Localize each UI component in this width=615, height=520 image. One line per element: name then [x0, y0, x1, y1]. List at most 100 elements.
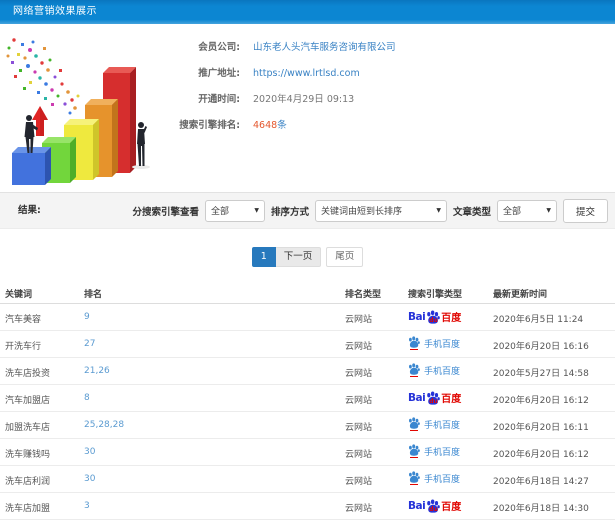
app-header: 网络营销效果展示	[0, 0, 615, 24]
mobile-baidu-label: 手机百度	[424, 447, 461, 458]
pagination-last-button[interactable]: 尾页	[326, 247, 364, 267]
info-row-url: 推广地址: https://www.lrtlsd.com	[150, 65, 360, 79]
promo-url-label: 推广地址:	[198, 68, 240, 79]
keyword-cell: 洗车店利润	[5, 477, 51, 487]
rank-link[interactable]: 9	[84, 312, 90, 322]
baidu-logo-du: du	[429, 397, 438, 405]
baidu-logo-bai: Bai	[408, 310, 426, 323]
keyword-cell: 汽车加盟店	[5, 396, 51, 406]
promo-url-link[interactable]: https://www.lrtlsd.com	[253, 68, 360, 79]
engine-cell: 手机百度	[408, 363, 460, 378]
rank-link[interactable]: 8	[84, 393, 90, 403]
updated-cell: 2020年5月27日 14:58	[493, 369, 589, 379]
baidu-logo-cn: 百度	[441, 394, 462, 405]
table-row: 汽车美容 9 云网站 Bai du 百度 2020年6月5日 11:24	[0, 304, 615, 331]
info-row-rank-count: 搜索引擎排名: 4648条	[150, 117, 287, 131]
table-header-row: 关键词 排名 排名类型 搜索引擎类型 最新更新时间	[0, 282, 615, 304]
rank-link[interactable]: 25,28,28	[84, 420, 124, 430]
baidu-paw-icon	[409, 417, 420, 429]
engine-filter-select[interactable]: 全部 ▼	[204, 199, 265, 222]
baidu-logo: Bai du 百度	[408, 309, 461, 324]
baidu-paw-icon: du	[426, 309, 440, 324]
keyword-cell: 开洗车行	[5, 342, 42, 352]
mobile-baidu-underline	[410, 483, 418, 485]
results-table: 关键词 排名 排名类型 搜索引擎类型 最新更新时间 汽车美容 9 云网站 Bai du 百…	[0, 282, 615, 520]
rank-type-cell: 云网站	[345, 504, 373, 514]
mobile-baidu-label: 手机百度	[424, 420, 461, 431]
rank-type-cell: 云网站	[345, 423, 373, 433]
keyword-cell: 汽车美容	[5, 315, 42, 325]
page: 网络营销效果展示 会员公司: 山东老人头汽车服务咨询有限公司 推广地址: htt…	[0, 0, 615, 520]
article-type-value: 全部	[502, 207, 521, 217]
sort-label: 排序方式	[270, 206, 309, 218]
rank-type-cell: 云网站	[345, 396, 373, 406]
mobile-baidu-paw-icon	[408, 363, 420, 377]
filter-controls: 分搜索引擎查看 全部 ▼ 排序方式 关键词由短到长排序 ▼ 文章类型 全部 ▼ …	[132, 198, 608, 223]
table-row: 加盟洗车店 25,28,28 云网站 手机百度 2020年6月20日 16:11	[0, 412, 615, 439]
rank-count-value: 4648	[253, 120, 278, 131]
baidu-logo: Bai du 百度	[408, 390, 461, 405]
baidu-logo-bai: Bai	[408, 499, 426, 512]
engine-cell: Bai du 百度	[408, 309, 461, 324]
page-title: 网络营销效果展示	[13, 6, 97, 17]
updated-cell: 2020年6月5日 11:24	[493, 315, 584, 325]
filter-bar: 结果: 分搜索引擎查看 全部 ▼ 排序方式 关键词由短到长排序 ▼ 文章类型 全…	[0, 192, 615, 229]
pagination-next-button[interactable]: 下一页	[275, 247, 322, 267]
table-row: 开洗车行 27 云网站 手机百度 2020年6月20日 16:16	[0, 331, 615, 358]
rank-link[interactable]: 27	[84, 339, 95, 349]
mobile-baidu-label: 手机百度	[424, 366, 461, 377]
mobile-baidu-badge: 手机百度	[408, 444, 460, 458]
engine-cell: 手机百度	[408, 417, 460, 432]
submit-button[interactable]: 提交	[562, 198, 608, 223]
col-updated: 最新更新时间	[493, 290, 548, 300]
baidu-logo: Bai du 百度	[408, 498, 461, 513]
mobile-baidu-badge: 手机百度	[408, 417, 460, 431]
baidu-logo-du: du	[429, 316, 438, 324]
chevron-down-icon: ▼	[546, 207, 551, 214]
mobile-baidu-underline	[410, 456, 418, 458]
updated-cell: 2020年6月20日 16:12	[493, 450, 589, 460]
keyword-cell: 洗车赚钱吗	[5, 450, 51, 460]
mobile-baidu-badge: 手机百度	[408, 336, 460, 350]
baidu-logo-cn: 百度	[441, 313, 462, 324]
rank-count-unit: 条	[277, 120, 287, 131]
engine-cell: 手机百度	[408, 336, 460, 351]
confetti-dots	[6, 38, 80, 115]
rank-link[interactable]: 21,26	[84, 366, 110, 376]
rank-link[interactable]: 3	[84, 501, 90, 511]
updated-cell: 2020年6月18日 14:30	[493, 504, 589, 514]
sort-select[interactable]: 关键词由短到长排序 ▼	[314, 199, 447, 222]
info-row-open-time: 开通时间: 2020年4月29日 09:13	[150, 91, 355, 105]
engine-cell: Bai du 百度	[408, 498, 461, 513]
baidu-paw-icon	[409, 471, 420, 483]
engine-cell: 手机百度	[408, 471, 460, 486]
bar-chart-clipart	[6, 38, 150, 185]
member-company-link[interactable]: 山东老人头汽车服务咨询有限公司	[253, 42, 396, 53]
article-type-select[interactable]: 全部 ▼	[496, 199, 557, 222]
updated-cell: 2020年6月20日 16:16	[493, 342, 589, 352]
keyword-cell: 加盟洗车店	[5, 423, 51, 433]
chevron-down-icon: ▼	[436, 207, 441, 214]
table-row: 洗车店投资 21,26 云网站 手机百度 2020年5月27日 14:58	[0, 358, 615, 385]
engine-cell: 手机百度	[408, 444, 460, 459]
rank-count-label: 搜索引擎排名:	[179, 120, 240, 131]
mobile-baidu-badge: 手机百度	[408, 471, 460, 485]
engine-cell: Bai du 百度	[408, 390, 461, 405]
pagination-page-1[interactable]: 1	[251, 247, 276, 267]
baidu-paw-icon	[409, 444, 420, 456]
rank-link[interactable]: 30	[84, 474, 95, 484]
mobile-baidu-paw-icon	[408, 471, 420, 485]
mobile-baidu-paw-icon	[408, 336, 420, 350]
col-rank: 排名	[84, 290, 103, 300]
up-arrow-icon	[32, 106, 48, 136]
updated-cell: 2020年6月20日 16:12	[493, 396, 589, 406]
rank-link[interactable]: 30	[84, 447, 95, 457]
baidu-logo-du: du	[429, 505, 438, 513]
col-keyword: 关键词	[5, 290, 33, 300]
baidu-paw-icon: du	[426, 498, 440, 513]
open-time-value: 2020年4月29日 09:13	[253, 94, 355, 105]
baidu-paw-icon: du	[426, 390, 440, 405]
baidu-paw-icon	[409, 336, 420, 348]
chevron-down-icon: ▼	[254, 207, 259, 214]
mobile-baidu-underline	[410, 348, 418, 350]
